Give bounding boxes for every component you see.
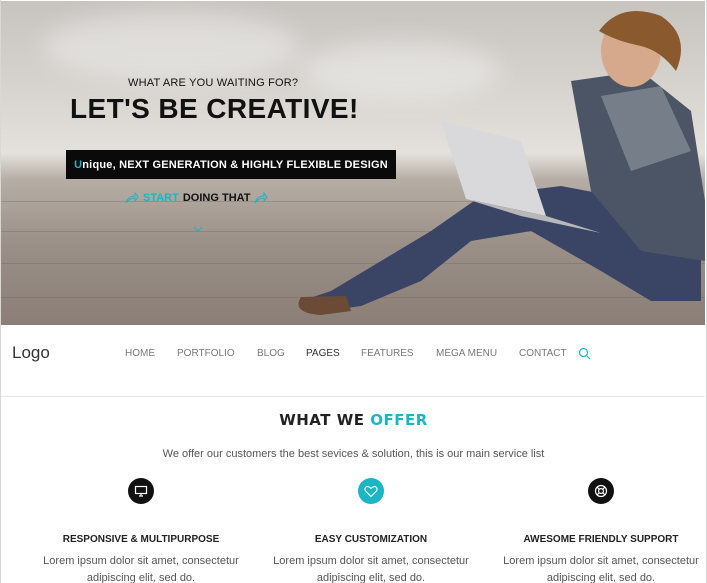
tagline-first-letter: U — [74, 158, 83, 171]
hero-banner: WHAT ARE YOU WAITING FOR? LET'S BE CREAT… — [1, 1, 705, 325]
nav-item-portfolio[interactable]: PORTFOLIO — [177, 348, 235, 359]
nav-item-features[interactable]: FEATURES — [361, 348, 414, 359]
main-navbar: Logo HOME PORTFOLIO BLOG PAGES FEATURES … — [1, 325, 705, 397]
offer-title-part1: WHAT WE — [279, 411, 365, 429]
service-text: Lorem ipsum dolor sit amet, consectetur … — [43, 555, 239, 583]
service-text: Lorem ipsum dolor sit amet, consectetur … — [503, 555, 699, 583]
tagline-text: nique, NEXT GENERATION & HIGHLY FLEXIBLE… — [82, 158, 388, 171]
service-card: EASY CUSTOMIZATION Lorem ipsum dolor sit… — [256, 478, 486, 583]
service-card: AWESOME FRIENDLY SUPPORT Lorem ipsum dol… — [486, 478, 707, 583]
nav-item-pages[interactable]: PAGES — [306, 348, 340, 359]
lifebuoy-icon — [588, 478, 614, 504]
service-text: Lorem ipsum dolor sit amet, consectetur … — [273, 555, 469, 583]
cta-accent-text: START — [143, 192, 179, 204]
service-card: RESPONSIVE & MULTIPURPOSE Lorem ipsum do… — [26, 478, 256, 583]
offer-title: WHAT WE OFFER — [0, 411, 707, 429]
cta-text: DOING THAT — [182, 192, 251, 204]
share-arrow-icon — [255, 192, 269, 204]
hero-title: LET'S BE CREATIVE! — [70, 93, 359, 124]
start-doing-that-link[interactable]: START DOING THAT — [125, 189, 275, 207]
offer-subtitle: We offer our customers the best sevices … — [162, 448, 545, 460]
heart-icon — [358, 478, 384, 504]
service-title: EASY CUSTOMIZATION — [314, 534, 428, 545]
offer-title-part2: OFFER — [370, 411, 428, 429]
service-title: RESPONSIVE & MULTIPURPOSE — [62, 534, 220, 545]
chevron-down-icon[interactable] — [193, 225, 203, 233]
share-arrow-icon — [125, 192, 139, 204]
nav-item-contact[interactable]: CONTACT — [519, 348, 567, 359]
logo[interactable]: Logo — [12, 343, 50, 363]
hero-subtitle: WHAT ARE YOU WAITING FOR? — [128, 77, 299, 89]
nav-item-mega-menu[interactable]: MEGA MENU — [436, 348, 497, 359]
nav-item-home[interactable]: HOME — [125, 348, 155, 359]
hero-tagline-badge: Unique, NEXT GENERATION & HIGHLY FLEXIBL… — [66, 150, 396, 179]
nav-item-blog[interactable]: BLOG — [257, 348, 285, 359]
monitor-icon — [128, 478, 154, 504]
search-icon[interactable] — [578, 347, 591, 360]
service-title: AWESOME FRIENDLY SUPPORT — [523, 534, 679, 545]
